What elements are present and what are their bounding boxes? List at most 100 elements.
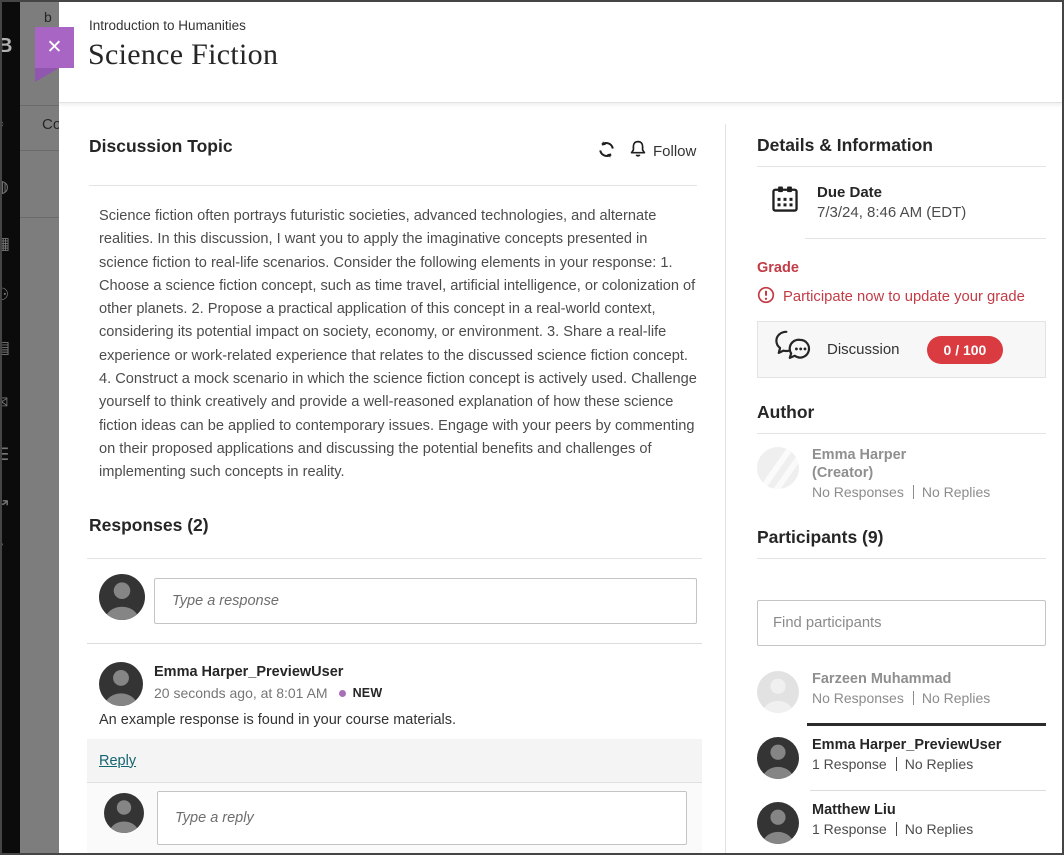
- meta-separator: [913, 485, 914, 499]
- responses-heading: Responses (2): [89, 515, 209, 536]
- details-sidebar: Details & Information: [757, 135, 1046, 844]
- list-icon[interactable]: ☰: [2, 445, 9, 465]
- grid-icon[interactable]: ▦: [2, 234, 10, 254]
- divider: [87, 558, 702, 559]
- grade-item-label: Discussion: [827, 341, 900, 358]
- meta-separator: [896, 757, 897, 771]
- participant-row[interactable]: Emma Harper_PreviewUser 1 Response No Re…: [757, 737, 1046, 779]
- close-icon: ✕: [47, 36, 63, 59]
- participant-name: Emma Harper_PreviewUser: [812, 737, 1001, 753]
- discussion-topic-heading: Discussion Topic: [89, 136, 233, 157]
- column-divider: [725, 124, 726, 853]
- calendar-grid-icon[interactable]: ▤: [2, 338, 10, 358]
- participant-replies-count: No Replies: [905, 821, 973, 837]
- scrim-nav-fragment: Co: [42, 116, 59, 133]
- scrim-text-fragment: b: [44, 9, 52, 25]
- participant-activity: 1 Response No Replies: [812, 821, 973, 837]
- participant-activity: No Responses No Replies: [812, 690, 990, 706]
- calendar-icon: [770, 184, 800, 221]
- app-logo-fragment[interactable]: B: [2, 35, 12, 58]
- new-badge: NEW: [353, 686, 383, 700]
- due-date-label: Due Date: [817, 184, 966, 201]
- close-ribbon-tail: [35, 68, 59, 82]
- current-user-avatar: [99, 574, 145, 620]
- close-button[interactable]: ✕: [35, 27, 74, 68]
- author-activity: No Responses No Replies: [812, 484, 990, 500]
- response-author-name: Emma Harper_PreviewUser: [154, 664, 343, 680]
- author-avatar: [757, 447, 799, 489]
- current-user-avatar: [104, 793, 144, 833]
- refresh-button[interactable]: [597, 140, 616, 163]
- participant-responses-count: 1 Response: [812, 821, 887, 837]
- clock-icon[interactable]: ◔: [2, 535, 4, 555]
- participants-heading: Participants (9): [757, 527, 1046, 548]
- discussion-panel-screen: B ◌ ◍ ▦ ⚇ ▤ ✉ ☰ ↝ ◔ b Co ✕ Introduction …: [0, 0, 1064, 855]
- divider: [757, 558, 1046, 559]
- reply-composer: [87, 783, 702, 855]
- refresh-icon: [597, 140, 616, 163]
- find-participants-input[interactable]: [757, 600, 1046, 646]
- response-input[interactable]: [154, 578, 697, 624]
- participant-name: Matthew Liu: [812, 802, 973, 818]
- participant-activity: 1 Response No Replies: [812, 756, 1001, 772]
- grade-label: Grade: [757, 260, 1046, 276]
- app-nav-rail: B ◌ ◍ ▦ ⚇ ▤ ✉ ☰ ↝ ◔: [2, 2, 20, 853]
- grade-warning-text: Participate now to update your grade: [783, 289, 1025, 305]
- details-heading: Details & Information: [757, 135, 1046, 156]
- grade-warning: Participate now to update your grade: [757, 286, 1046, 308]
- divider: [810, 790, 1046, 791]
- people-icon[interactable]: ⚇: [2, 285, 9, 305]
- author-heading: Author: [757, 402, 1046, 423]
- participant-avatar: [757, 671, 799, 713]
- mail-icon[interactable]: ✉: [2, 393, 8, 413]
- due-date-row: Due Date 7/3/24, 8:46 AM (EDT): [757, 184, 1046, 221]
- panel-header: Introduction to Humanities Science Ficti…: [59, 2, 1062, 103]
- chart-icon[interactable]: ↝: [2, 492, 8, 512]
- divider: [87, 643, 702, 644]
- participant-replies-count: No Replies: [905, 756, 973, 772]
- author-role: (Creator): [812, 465, 990, 481]
- reply-input[interactable]: [157, 791, 687, 845]
- divider: [89, 185, 697, 186]
- author-replies-count: No Replies: [922, 484, 990, 500]
- participant-avatar: [757, 737, 799, 779]
- discussion-modal: Introduction to Humanities Science Ficti…: [59, 2, 1062, 853]
- alert-circle-icon: [757, 286, 775, 308]
- grade-item-card: Discussion 0 / 100: [757, 321, 1046, 378]
- search-icon[interactable]: ◌: [2, 114, 4, 134]
- grade-score-pill: 0 / 100: [927, 336, 1004, 364]
- response-meta: 20 seconds ago, at 8:01 AM NEW: [154, 685, 382, 701]
- follow-button[interactable]: Follow: [628, 139, 696, 163]
- divider: [757, 166, 1046, 167]
- divider: [805, 238, 1046, 239]
- divider: [757, 433, 1046, 434]
- follow-label: Follow: [653, 143, 696, 160]
- author-responses-count: No Responses: [812, 484, 904, 500]
- response-author-avatar: [99, 662, 143, 706]
- reply-link[interactable]: Reply: [99, 753, 136, 769]
- discussion-bubbles-icon: [772, 328, 814, 371]
- modal-scrim: b Co: [20, 2, 59, 853]
- scrim-divider: [20, 105, 59, 106]
- participants-list: Farzeen Muhammad No Responses No Replies: [757, 671, 1046, 844]
- participant-avatar: [757, 802, 799, 844]
- breadcrumb-course-name: Introduction to Humanities: [89, 18, 246, 33]
- scrim-divider: [20, 150, 59, 151]
- participant-responses-count: 1 Response: [812, 756, 887, 772]
- topic-actions: Follow: [597, 139, 696, 163]
- response-timestamp: 20 seconds ago, at 8:01 AM: [154, 685, 328, 701]
- author-name: Emma Harper: [812, 447, 990, 463]
- participant-row[interactable]: Matthew Liu 1 Response No Replies: [757, 802, 1046, 844]
- participant-row[interactable]: Farzeen Muhammad No Responses No Replies: [757, 671, 1046, 713]
- page-title: Science Fiction: [88, 38, 278, 72]
- discussion-topic-body: Science fiction often portrays futuristi…: [99, 205, 698, 485]
- response-body: An example response is found in your cou…: [99, 712, 456, 728]
- author-row: Emma Harper (Creator) No Responses No Re…: [757, 447, 1046, 500]
- reply-action-bar: Reply: [87, 739, 702, 783]
- panel-body: Discussion Topic: [59, 104, 1062, 853]
- globe-icon[interactable]: ◍: [2, 177, 9, 197]
- participant-responses-count: No Responses: [812, 690, 904, 706]
- meta-separator: [896, 822, 897, 836]
- due-date-value: 7/3/24, 8:46 AM (EDT): [817, 204, 966, 221]
- scrim-divider: [20, 217, 59, 218]
